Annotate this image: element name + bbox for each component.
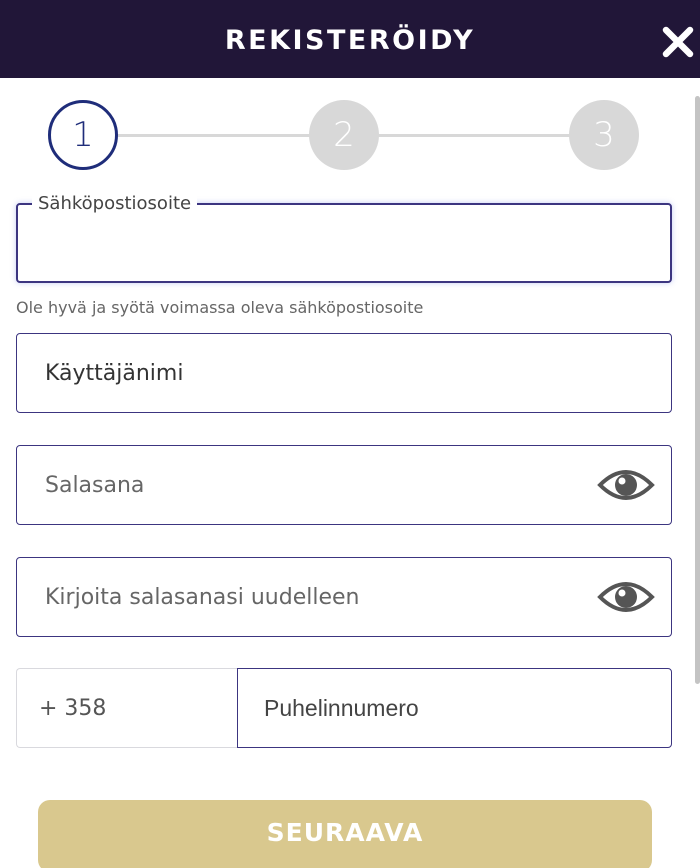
show-confirm-password-eye-icon[interactable]: [597, 577, 655, 617]
modal-title: REKISTERÖIDY: [224, 25, 476, 56]
step-3-indicator: 3: [569, 100, 639, 170]
step-1-indicator: 1: [48, 100, 118, 170]
email-field[interactable]: [16, 203, 672, 283]
password-field[interactable]: Salasana: [16, 445, 672, 525]
phone-country-code-value: + 358: [39, 695, 107, 721]
step-connector-1-2: [116, 134, 312, 137]
phone-number-input[interactable]: Puhelinnumero: [237, 668, 672, 748]
confirm-password-placeholder: Kirjoita salasanasi uudelleen: [45, 584, 360, 610]
scrollbar-thumb[interactable]: [695, 96, 700, 684]
phone-number-placeholder: Puhelinnumero: [264, 694, 419, 721]
email-label: Sähköpostiosoite: [32, 193, 198, 214]
close-icon[interactable]: [658, 22, 698, 62]
phone-country-code[interactable]: + 358: [16, 668, 238, 748]
modal-header: REKISTERÖIDY: [0, 0, 700, 78]
confirm-password-field[interactable]: Kirjoita salasanasi uudelleen: [16, 557, 672, 637]
step-2-indicator: 2: [309, 100, 379, 170]
password-placeholder: Salasana: [45, 472, 145, 498]
username-value: Käyttäjänimi: [45, 360, 184, 386]
show-password-eye-icon[interactable]: [597, 465, 655, 505]
email-helper-text: Ole hyvä ja syötä voimassa oleva sähköpo…: [16, 298, 424, 317]
step-connector-2-3: [378, 134, 572, 137]
next-button[interactable]: SEURAAVA: [38, 800, 652, 868]
username-field[interactable]: Käyttäjänimi: [16, 333, 672, 413]
registration-modal: REKISTERÖIDY 1 2 3 Sähköpostiosoite Ole …: [0, 0, 700, 868]
